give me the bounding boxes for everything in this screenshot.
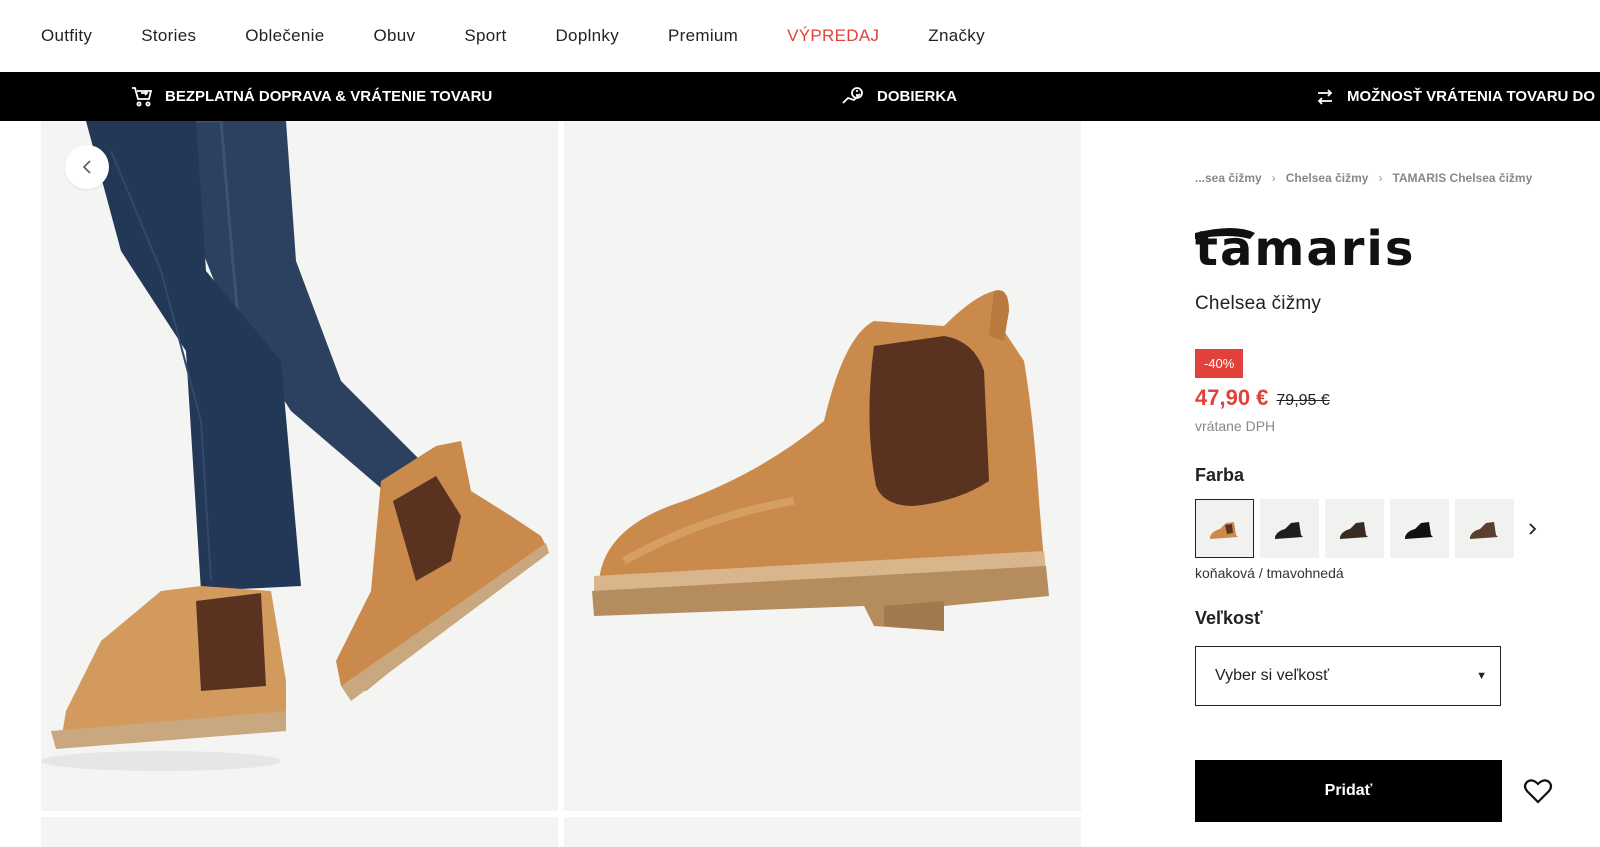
- color-swatch-3[interactable]: [1325, 499, 1384, 558]
- current-price: 47,90 €: [1195, 385, 1269, 410]
- nav-item-znacky[interactable]: Značky: [928, 26, 985, 46]
- boot-thumbnail: [1339, 521, 1368, 539]
- promo-shipping: BEZPLATNÁ DOPRAVA & VRÁTENIE TOVARU: [131, 72, 492, 121]
- chelsea-boot-illustration: [564, 121, 1081, 811]
- swatches-next-button[interactable]: [1520, 499, 1544, 558]
- product-image-model[interactable]: [41, 121, 558, 811]
- heart-icon: [1523, 779, 1553, 804]
- boot-thumbnail: [1274, 521, 1303, 539]
- swap-arrows-icon: [1317, 88, 1333, 105]
- nav-item-outfity[interactable]: Outfity: [41, 26, 92, 46]
- chevron-right-icon: ›: [1271, 171, 1276, 185]
- color-swatch-4[interactable]: [1390, 499, 1449, 558]
- original-price: 79,95 €: [1276, 392, 1330, 409]
- nav-item-sport[interactable]: Sport: [464, 26, 506, 46]
- product-image-4[interactable]: [564, 817, 1081, 847]
- product-gallery: [41, 121, 1081, 847]
- nav-item-premium[interactable]: Premium: [668, 26, 738, 46]
- gallery-prev-button[interactable]: [65, 145, 109, 189]
- color-swatch-2[interactable]: [1260, 499, 1319, 558]
- product-name: Chelsea čižmy: [1195, 293, 1322, 314]
- nav-item-obuv[interactable]: Obuv: [374, 26, 416, 46]
- vat-note: vrátane DPH: [1195, 418, 1276, 434]
- promo-cod-text: DOBIERKA: [877, 88, 958, 105]
- promo-shipping-text: BEZPLATNÁ DOPRAVA & VRÁTENIE TOVARU: [165, 88, 493, 105]
- chevron-left-icon: [82, 160, 91, 174]
- boot-thumbnail: [1209, 521, 1238, 539]
- product-image-3[interactable]: [41, 817, 558, 847]
- chevron-right-icon: ›: [1378, 171, 1383, 185]
- color-label: Farba: [1195, 465, 1245, 485]
- add-to-cart-button[interactable]: Pridať: [1195, 760, 1502, 822]
- breadcrumb-item-3[interactable]: TAMARIS Chelsea čižmy: [1392, 171, 1532, 185]
- color-swatch-1[interactable]: [1195, 499, 1254, 558]
- cart-return-icon: [132, 86, 153, 106]
- nav-item-vypredaj[interactable]: VÝPREDAJ: [787, 26, 879, 46]
- discount-badge: -40%: [1195, 349, 1244, 378]
- color-swatch-5[interactable]: [1455, 499, 1514, 558]
- breadcrumb: ...sea čižmy › Chelsea čižmy › TAMARIS C…: [1195, 171, 1532, 185]
- size-label: Veľkosť: [1195, 608, 1263, 628]
- brand-logo[interactable]: tamaris: [1195, 221, 1465, 277]
- nav-item-doplnky[interactable]: Doplnky: [555, 26, 619, 46]
- nav-item-stories[interactable]: Stories: [141, 26, 196, 46]
- boot-thumbnail: [1469, 521, 1498, 539]
- promo-cod: DOBIERKA: [841, 72, 957, 121]
- breadcrumb-item-1[interactable]: ...sea čižmy: [1195, 171, 1262, 185]
- cash-hand-icon: [842, 86, 863, 104]
- price-row: 47,90 € 79,95 €: [1195, 385, 1330, 411]
- selected-color-name: koňaková / tmavohnedá: [1195, 565, 1344, 581]
- promo-returns-text: MOŽNOSŤ VRÁTENIA TOVARU DO: [1347, 88, 1596, 105]
- wishlist-button[interactable]: [1518, 771, 1558, 811]
- tamaris-logo: tamaris: [1195, 221, 1413, 277]
- color-swatches: [1195, 499, 1544, 558]
- nav-item-oblecenie[interactable]: Oblečenie: [245, 26, 324, 46]
- size-select-value: Vyber si veľkosť: [1215, 667, 1330, 684]
- promo-returns: MOŽNOSŤ VRÁTENIA TOVARU DO: [1315, 72, 1595, 121]
- breadcrumb-item-2[interactable]: Chelsea čižmy: [1286, 171, 1369, 185]
- size-select[interactable]: Vyber si veľkosť ▼: [1195, 646, 1501, 706]
- boot-thumbnail: [1404, 521, 1433, 539]
- main-nav: Outfity Stories Oblečenie Obuv Sport Dop…: [0, 0, 1600, 72]
- promo-bar: BEZPLATNÁ DOPRAVA & VRÁTENIE TOVARU DOBI…: [0, 72, 1600, 121]
- model-wearing-boots-illustration: [41, 121, 558, 811]
- chevron-right-icon: [1529, 522, 1537, 535]
- caret-down-icon: ▼: [1476, 670, 1487, 682]
- product-details: ...sea čižmy › Chelsea čižmy › TAMARIS C…: [1195, 121, 1595, 842]
- product-image-side[interactable]: [564, 121, 1081, 811]
